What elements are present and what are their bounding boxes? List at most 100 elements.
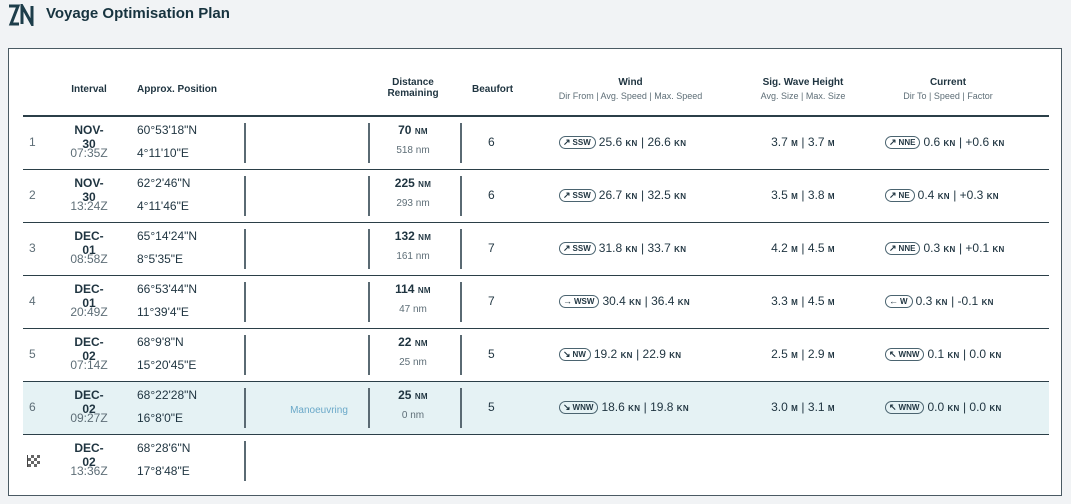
current-factor: 0.0 — [969, 400, 987, 414]
distance-value: 25 — [398, 388, 412, 402]
current-arrow-icon: ↖ — [889, 349, 897, 360]
row-wave: 4.2 M | 4.5 M — [771, 241, 835, 255]
row-index: 5 — [29, 347, 36, 361]
current-factor: +0.1 — [965, 241, 990, 255]
table-row[interactable]: 3 DEC-01 08:58Z 65°14'24"N 8°5'35"E 132 … — [23, 223, 1049, 276]
column-divider — [460, 388, 462, 428]
row-latitude: 68°9'8"N — [137, 335, 184, 349]
unit-kn: KN — [625, 139, 638, 148]
row-wind: ↘ NW 19.2 KN | 22.9 KN — [559, 347, 729, 362]
wind-direction-badge: ↗ SSW — [559, 136, 596, 150]
unit-kn: KN — [989, 404, 1002, 413]
column-divider — [368, 176, 370, 216]
row-remaining: 518 nm — [396, 145, 430, 156]
row-note: Manoeuvring — [290, 405, 348, 416]
row-beaufort: 6 — [488, 188, 495, 202]
row-beaufort: 6 — [488, 135, 495, 149]
table-row[interactable]: 5 DEC-02 07:14Z 68°9'8"N 15°20'45"E 22 N… — [23, 329, 1049, 382]
table-row[interactable]: 2 NOV-30 13:24Z 62°2'46"N 4°11'46"E 225 … — [23, 170, 1049, 223]
row-index: 2 — [29, 188, 36, 202]
wind-avg: 18.6 — [601, 400, 625, 414]
row-beaufort: 7 — [488, 241, 495, 255]
table-row[interactable]: 1 NOV-30 07:35Z 60°53'18"N 4°11'10"E 70 … — [23, 117, 1049, 170]
row-index: 3 — [29, 241, 36, 255]
row-wind: ↗ SSW 26.7 KN | 32.5 KN — [559, 188, 729, 203]
row-latitude: 68°22'28"N — [137, 388, 198, 402]
table-row[interactable]: 6 DEC-02 09:27Z 68°22'28"N 16°8'0"E Mano… — [23, 382, 1049, 435]
row-time: 07:14Z — [70, 358, 108, 372]
unit-kn: KN — [992, 245, 1005, 254]
distance-unit: NM — [414, 127, 428, 136]
current-direction-badge: ↖ WNW — [885, 348, 925, 362]
column-divider — [368, 335, 370, 375]
table-header: Interval Approx. Position Distance Remai… — [23, 49, 1049, 117]
wind-arrow-icon: ↗ — [563, 137, 571, 148]
unit-kn: KN — [947, 351, 960, 360]
current-direction-badge: ↗ NNE — [885, 136, 921, 150]
column-divider — [244, 229, 246, 269]
column-divider — [460, 123, 462, 163]
current-speed: 0.6 — [923, 135, 941, 149]
unit-m: M — [827, 298, 835, 307]
header-distance-line1: Distance — [392, 77, 434, 88]
unit-kn: KN — [620, 351, 633, 360]
wind-avg: 31.8 — [598, 241, 623, 255]
unit-kn: KN — [986, 192, 999, 201]
wind-direction: SSW — [572, 138, 591, 148]
row-beaufort: 5 — [488, 400, 495, 414]
column-divider — [368, 282, 370, 322]
row-index: 4 — [29, 294, 36, 308]
current-arrow-icon: ↗ — [889, 137, 897, 148]
wind-max: 32.5 — [647, 188, 671, 202]
row-time: 08:58Z — [70, 252, 108, 266]
wind-direction: WSW — [574, 297, 595, 307]
wind-direction-badge: ↘ WNW — [559, 401, 599, 415]
current-factor: 0.0 — [969, 347, 987, 361]
row-latitude: 66°53'44"N — [137, 282, 198, 296]
current-direction: WNW — [898, 403, 920, 413]
wave-max: 3.8 — [807, 188, 825, 202]
wind-avg: 30.4 — [602, 294, 626, 308]
row-current: ↖ WNW 0.1 KN | 0.0 KN — [885, 347, 1045, 362]
row-wind: → WSW 30.4 KN | 36.4 KN — [559, 294, 729, 309]
distance-value: 70 — [398, 123, 412, 137]
wind-avg: 26.7 — [598, 188, 623, 202]
column-divider — [244, 282, 246, 322]
wind-direction: SSW — [572, 191, 591, 201]
unit-kn: KN — [676, 404, 689, 413]
row-current: ↗ NE 0.4 KN | +0.3 KN — [885, 188, 1045, 203]
current-arrow-icon: ← — [889, 296, 898, 307]
current-direction: NNE — [898, 244, 916, 254]
row-longitude: 4°11'10"E — [137, 146, 189, 160]
unit-m: M — [791, 192, 799, 201]
column-divider — [244, 388, 246, 428]
row-distance: 22 NM — [373, 335, 453, 349]
distance-unit: NM — [414, 392, 428, 401]
page-title: Voyage Optimisation Plan — [46, 5, 230, 22]
unit-kn: KN — [628, 404, 641, 413]
wind-max: 26.6 — [647, 135, 671, 149]
unit-kn: KN — [674, 192, 687, 201]
column-divider — [244, 335, 246, 375]
wind-max: 33.7 — [647, 241, 671, 255]
unit-m: M — [827, 245, 835, 254]
header-distance: Distance Remaining — [373, 77, 453, 99]
table-row[interactable]: 4 DEC-01 20:49Z 66°53'44"N 11°39'4"E 114… — [23, 276, 1049, 329]
unit-kn: KN — [669, 351, 682, 360]
wind-arrow-icon: ↘ — [563, 402, 571, 413]
unit-m: M — [791, 298, 799, 307]
unit-m: M — [791, 139, 799, 148]
wind-max: 36.4 — [651, 294, 675, 308]
row-time: 13:24Z — [70, 199, 108, 213]
wind-arrow-icon: ↘ — [563, 349, 571, 360]
header-position: Approx. Position — [137, 84, 217, 95]
unit-kn: KN — [992, 139, 1005, 148]
header-current-sub: Dir To | Speed | Factor — [903, 91, 993, 101]
row-distance: 225 NM — [373, 176, 453, 190]
unit-kn: KN — [629, 298, 642, 307]
table-row-arrival[interactable]: DEC-02 13:36Z 68°28'6"N 17°8'48"E — [23, 435, 1049, 487]
top-bar: Voyage Optimisation Plan — [0, 0, 1071, 32]
row-wave: 3.5 M | 3.8 M — [771, 188, 835, 202]
column-divider — [368, 123, 370, 163]
unit-m: M — [827, 139, 835, 148]
